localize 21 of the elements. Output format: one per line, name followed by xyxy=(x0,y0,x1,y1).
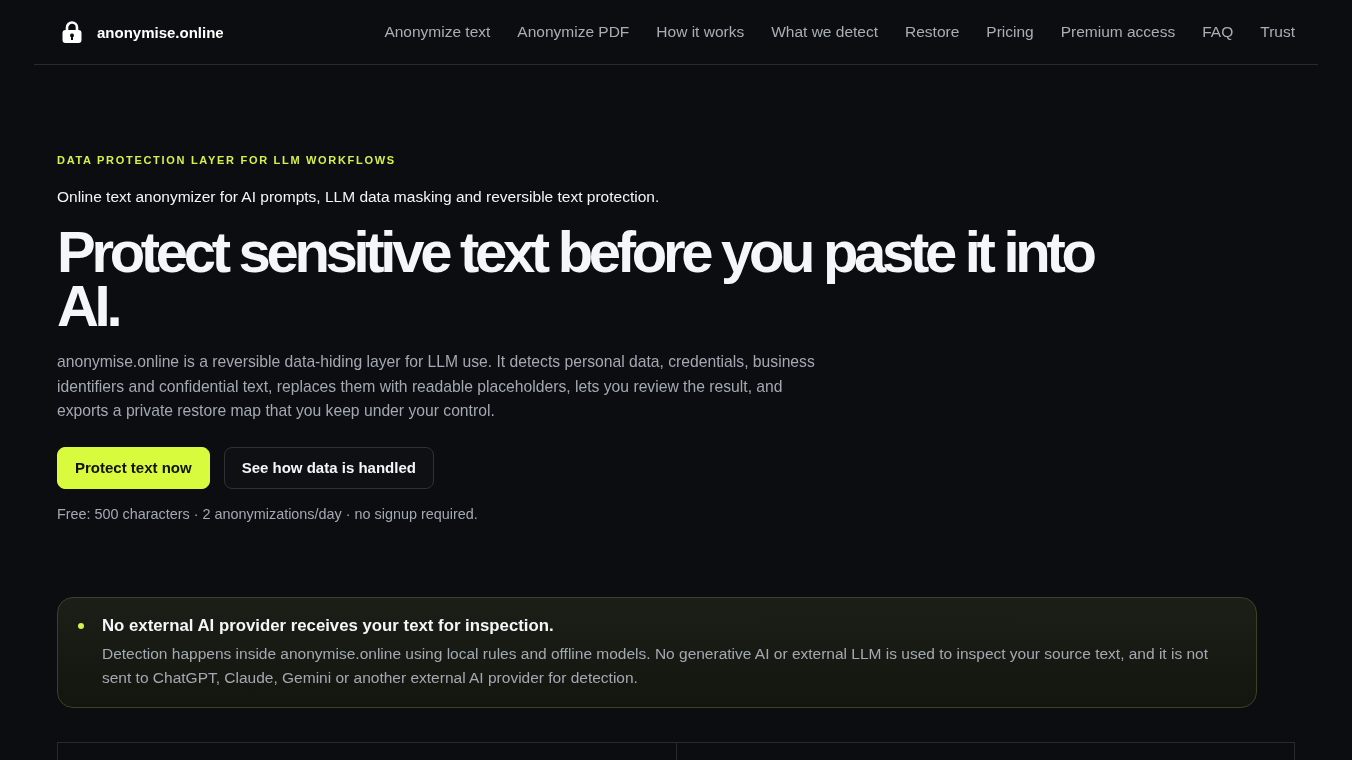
hero-heading: Protect sensitive text before you paste it into AI. xyxy=(57,225,1095,333)
nav-link[interactable]: What we detect xyxy=(771,22,878,42)
nav-link[interactable]: Premium access xyxy=(1060,22,1176,42)
protect-text-button[interactable]: Protect text now xyxy=(57,446,210,489)
nav-link[interactable]: Anonymize text xyxy=(384,22,491,42)
nav-link[interactable]: Anonymize PDF xyxy=(517,22,630,42)
eyebrow-label: DATA PROTECTION LAYER FOR LLM WORKFLOWS xyxy=(57,153,397,167)
bullet-dot-icon xyxy=(78,622,84,629)
data-handling-button[interactable]: See how data is handled xyxy=(223,446,434,489)
hero-subtitle: Online text anonymizer for AI prompts, LLM data masking and reversible text protection. xyxy=(57,187,661,207)
hero-description: anonymise.online is a reversible data-hiding layer for LLM use. It detects personal data, credentials, business identifiers and confidential text, replaces them with readable placeholders, lets you review the result, and exports a private restore map that you keep under your control. xyxy=(57,352,816,421)
free-plan-note: Free: 500 characters · 2 anonymizations/day · no signup required. xyxy=(57,504,479,524)
nav-link[interactable]: How it works xyxy=(656,22,745,42)
notice-title: No external AI provider receives your text for inspection. xyxy=(102,614,555,637)
brand-link[interactable]: anonymise.online xyxy=(62,21,224,43)
nav-link[interactable]: Restore xyxy=(905,22,960,42)
nav-link[interactable]: Pricing xyxy=(986,22,1034,42)
notice-text: Detection happens inside anonymise.online using local rules and offline models. No generative AI or external LLM is used to inspect your source text, and it is not sent to ChatGPT, Claude, Gemini or another external AI provider for detection. xyxy=(102,643,1210,688)
lock-icon xyxy=(62,21,82,43)
nav-link[interactable]: Trust xyxy=(1260,22,1295,42)
nav-link[interactable]: FAQ xyxy=(1202,22,1234,42)
